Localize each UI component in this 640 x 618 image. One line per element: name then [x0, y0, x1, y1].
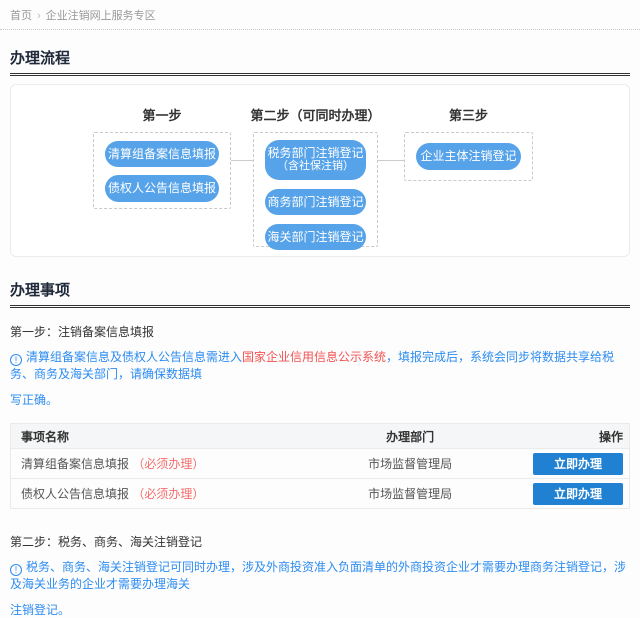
step2-note-tail: 注销登记。	[10, 603, 71, 617]
flow-node-label: 企业主体注销登记	[420, 149, 517, 164]
step1-note-tail: 写正确。	[10, 393, 59, 407]
step2-heading: 第二步：税务、商务、海关注销登记	[10, 535, 203, 549]
required-badge: （必须办理）	[132, 457, 205, 471]
info-icon: !	[10, 564, 22, 576]
flow-node-sublabel: （含社保注销）	[277, 160, 354, 173]
flow-connector-1	[231, 160, 253, 161]
step1-heading: 第一步：注销备案信息填报	[10, 325, 155, 339]
flow-node-label: 商务部门注销登记	[267, 194, 364, 209]
credit-system-link[interactable]: 国家企业信用信息公示系统	[242, 350, 386, 364]
action-cell: 立即办理	[532, 448, 630, 479]
step1-note: ! 清算组备案信息及债权人公告信息需进入国家企业信用信息公示系统，填报完成后，系统…	[10, 349, 630, 383]
flow-step3-label: 第三步	[448, 108, 488, 123]
flow-connector-2	[378, 160, 404, 161]
flow-node-liquidation-filing: 清算组备案信息填报	[105, 141, 219, 168]
flow-node-label: 海关部门注销登记	[267, 229, 364, 244]
flow-node-commerce-deregistration: 商务部门注销登记	[265, 188, 366, 215]
item-name-cell: 债权人公告信息填报 （必须办理）	[10, 478, 288, 509]
handle-now-button[interactable]: 立即办理	[533, 452, 623, 475]
item-name-cell: 清算组备案信息填报 （必须办理）	[10, 448, 288, 479]
items-section-title: 办理事项	[10, 279, 630, 308]
flow-node-label: 清算组备案信息填报	[107, 147, 216, 161]
flow-step1-group: 清算组备案信息填报 债权人公告信息填报	[93, 132, 231, 209]
flow-step2-label: 第二步（可同时办理）	[250, 108, 381, 123]
flow-node-label: 债权人公告信息填报	[107, 181, 216, 196]
flow-section-title: 办理流程	[10, 47, 630, 76]
info-icon: !	[10, 354, 22, 366]
step1-note-prefix: 清算组备案信息及债权人公告信息需进入	[26, 350, 243, 364]
flow-step2-group: 税务部门注销登记 （含社保注销） 商务部门注销登记 海关部门注销登记	[253, 132, 378, 251]
flow-node-customs-deregistration: 海关部门注销登记	[265, 223, 366, 251]
flow-step3-group: 企业主体注销登记	[404, 132, 533, 181]
breadcrumb-separator: ›	[37, 10, 41, 22]
department-cell: 市场监督管理局	[287, 478, 533, 509]
table-header-action: 操作	[532, 423, 630, 449]
table-header-row: 事项名称 办理部门 操作	[10, 423, 630, 449]
table-header-item-name: 事项名称	[10, 423, 288, 449]
breadcrumb-home-link[interactable]: 首页	[10, 10, 32, 22]
step2-note: ! 税务、商务、海关注销登记可同时办理，涉及外商投资准入负面清单的外商投资企业才需…	[10, 559, 630, 593]
items-table: 事项名称 办理部门 操作 清算组备案信息填报 （必须办理） 市场监督管理局 立即…	[10, 423, 630, 509]
item-name: 债权人公告信息填报	[21, 487, 130, 501]
required-badge: （必须办理）	[132, 487, 205, 501]
flow-node-tax-deregistration: 税务部门注销登记 （含社保注销）	[265, 140, 366, 180]
flow-node-creditor-announcement: 债权人公告信息填报	[105, 175, 219, 202]
handle-now-button[interactable]: 立即办理	[533, 482, 623, 505]
action-cell: 立即办理	[532, 478, 630, 509]
breadcrumb-current: 企业注销网上服务专区	[45, 10, 156, 22]
table-header-department: 办理部门	[287, 423, 533, 449]
flow-node-label: 税务部门注销登记	[267, 146, 364, 160]
department-cell: 市场监督管理局	[287, 448, 533, 479]
breadcrumb: 首页 › 企业注销网上服务专区	[0, 0, 640, 30]
flow-node-entity-deregistration: 企业主体注销登记	[416, 143, 521, 170]
flow-diagram: 第一步 第二步（可同时办理） 第三步 清算组备案信息填报 债权人公告信息填报 税…	[10, 84, 630, 257]
flow-step1-label: 第一步	[142, 108, 182, 123]
item-name: 清算组备案信息填报	[21, 457, 130, 471]
table-row: 债权人公告信息填报 （必须办理） 市场监督管理局 立即办理	[10, 478, 630, 509]
table-row: 清算组备案信息填报 （必须办理） 市场监督管理局 立即办理	[10, 448, 630, 479]
